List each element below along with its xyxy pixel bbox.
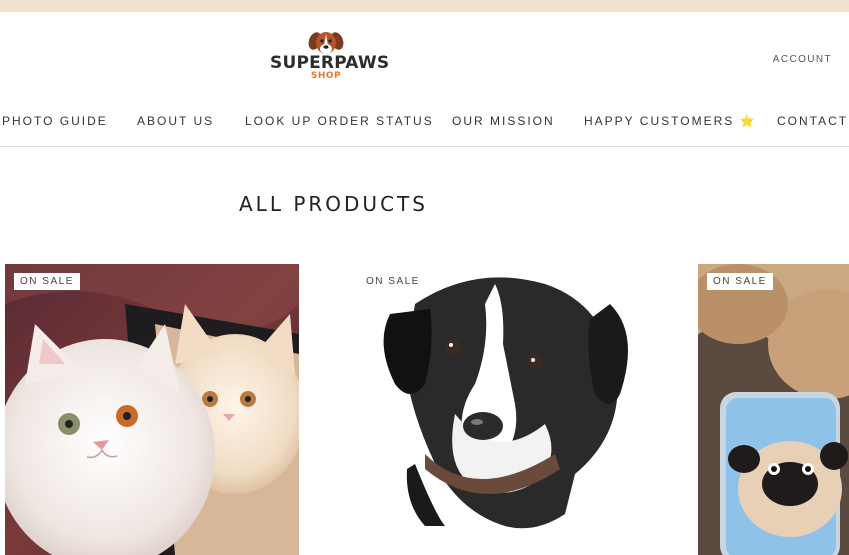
- product-image[interactable]: [698, 264, 849, 555]
- product-card[interactable]: ON SALE: [5, 264, 299, 555]
- page-title: ALL PRODUCTS: [239, 192, 428, 216]
- nav-item-about-us[interactable]: ABOUT US: [137, 114, 214, 128]
- sale-badge: ON SALE: [14, 273, 80, 290]
- product-image[interactable]: [5, 264, 299, 555]
- site-logo[interactable]: SUPERPAWS SHOP: [270, 30, 390, 84]
- product-card[interactable]: ON SALE: [698, 264, 849, 555]
- logo-subtitle: SHOP: [310, 71, 342, 81]
- nav-item-our-mission[interactable]: OUR MISSION: [452, 114, 555, 128]
- nav-item-order-status[interactable]: LOOK UP ORDER STATUS: [245, 114, 434, 128]
- nav-item-photo-guide[interactable]: PHOTO GUIDE: [2, 114, 108, 128]
- sale-badge: ON SALE: [707, 273, 773, 290]
- site-header: SUPERPAWS SHOP ACCOUNT PHOTO GUIDE ABOUT…: [0, 12, 849, 147]
- sale-badge: ON SALE: [360, 273, 426, 290]
- announcement-bar: [0, 0, 849, 12]
- account-link[interactable]: ACCOUNT: [773, 54, 832, 65]
- main-nav: PHOTO GUIDE ABOUT US LOOK UP ORDER STATU…: [0, 114, 849, 130]
- nav-item-happy-customers[interactable]: HAPPY CUSTOMERS ⭐: [584, 114, 757, 128]
- nav-item-contact[interactable]: CONTACT: [777, 114, 848, 128]
- product-image[interactable]: [355, 264, 649, 555]
- product-card[interactable]: ON SALE: [355, 264, 649, 555]
- logo-wordmark: SUPERPAWS: [270, 53, 390, 73]
